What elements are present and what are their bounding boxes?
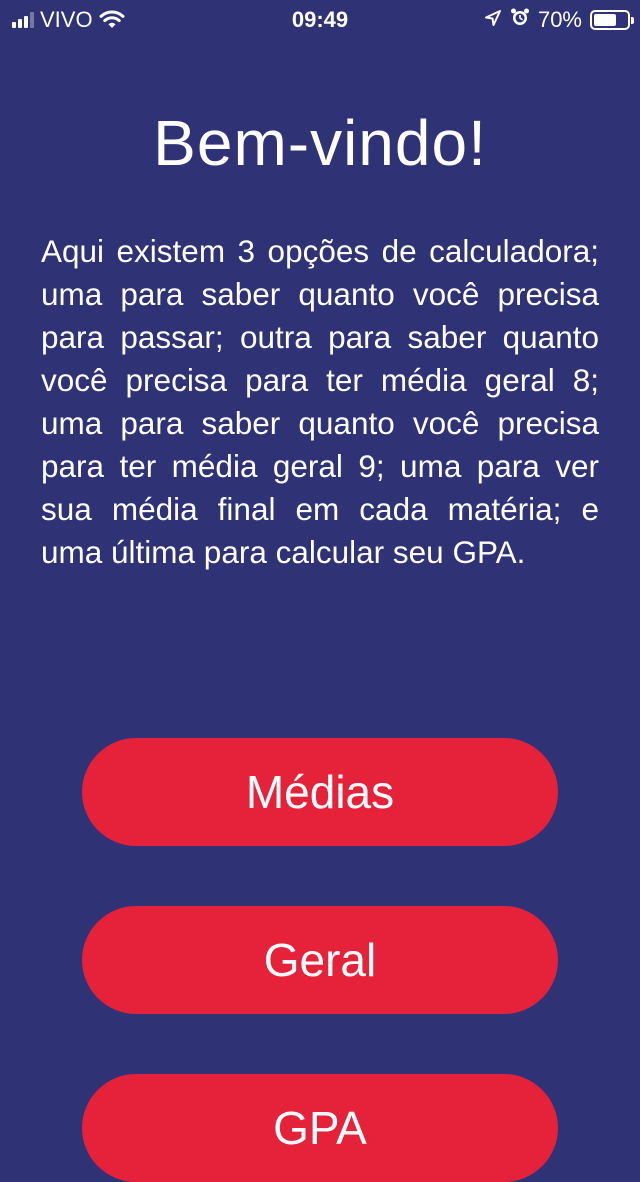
location-arrow-icon bbox=[484, 7, 502, 33]
battery-icon bbox=[590, 10, 634, 30]
geral-button[interactable]: Geral bbox=[82, 906, 558, 1014]
battery-percent: 70% bbox=[537, 7, 582, 32]
battery-fill bbox=[594, 14, 616, 26]
page-title: Bem-vindo! bbox=[153, 107, 487, 179]
medias-button[interactable]: Médias bbox=[82, 738, 558, 846]
alarm-clock-icon bbox=[510, 7, 530, 33]
status-bar: VIVO 09:49 70% bbox=[0, 0, 640, 40]
status-right: 70% bbox=[484, 6, 634, 34]
gpa-button[interactable]: GPA bbox=[82, 1074, 558, 1182]
description-text: Aqui existem 3 opções de calculadora; um… bbox=[41, 233, 599, 570]
